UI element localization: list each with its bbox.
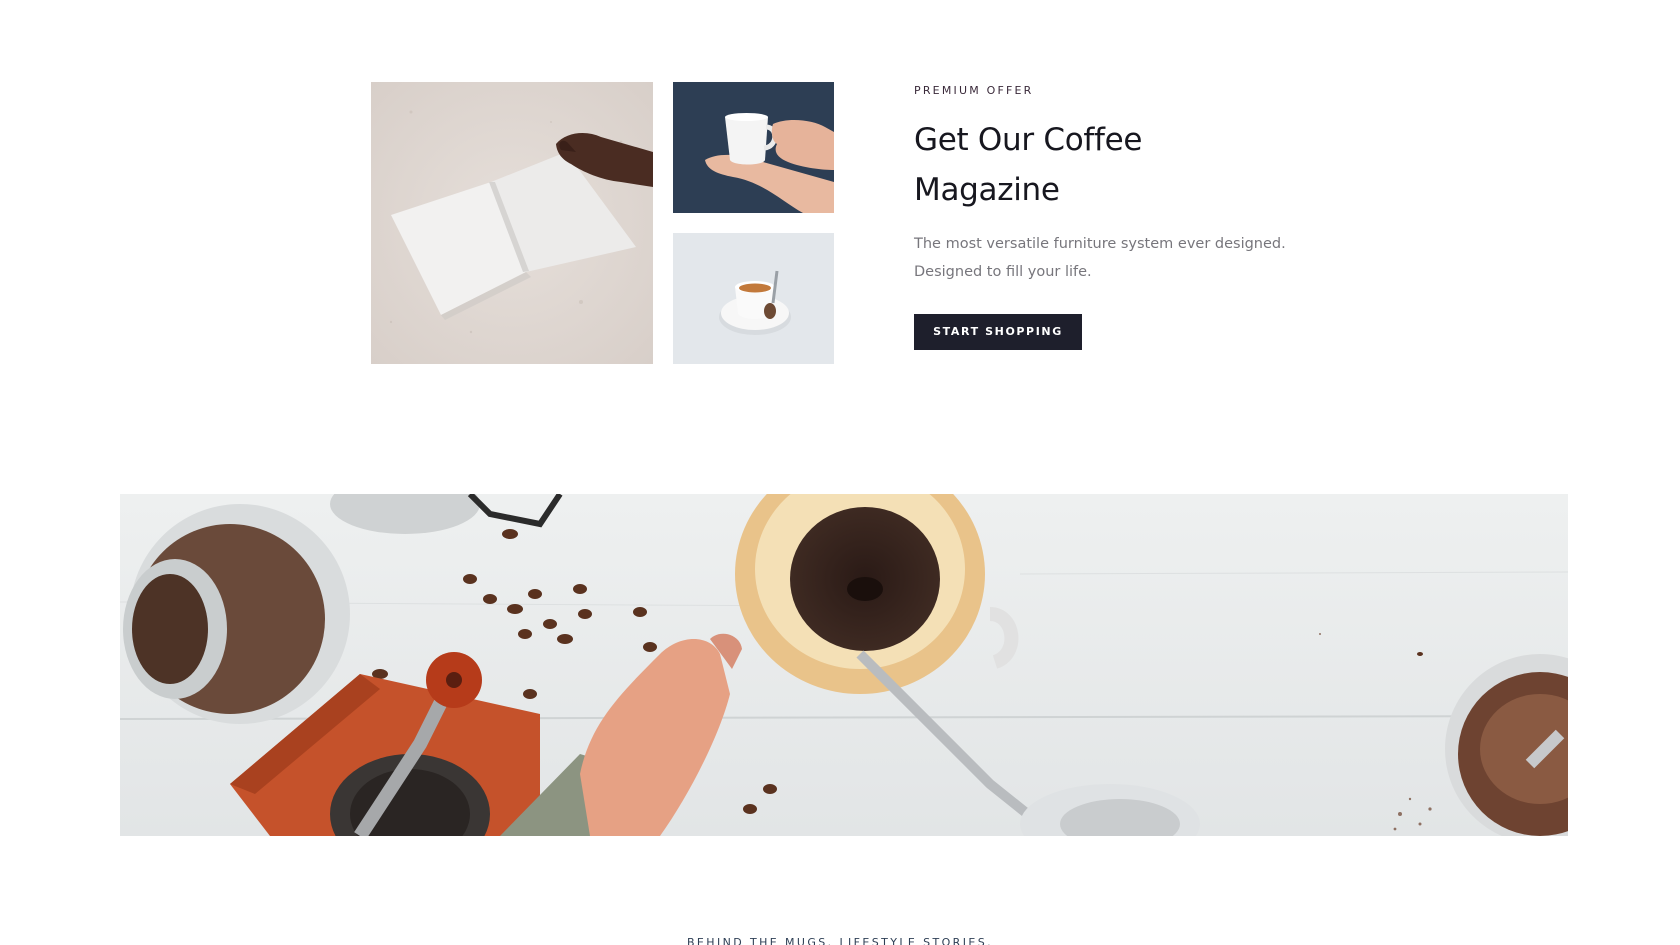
espresso-cup-photo	[673, 233, 834, 364]
tagline-wrapper: BEHIND THE MUGS. LIFESTYLE STORIES.	[0, 936, 1680, 945]
coffee-banner-image	[120, 494, 1568, 836]
promo-headline: Get Our Coffee Magazine	[914, 115, 1334, 215]
headline-line-2: Magazine	[914, 172, 1060, 208]
magazine-promo-section: PREMIUM OFFER Get Our Coffee Magazine Th…	[0, 0, 1680, 400]
promo-text-block: PREMIUM OFFER Get Our Coffee Magazine Th…	[914, 84, 1334, 350]
cup-in-hand-photo	[673, 82, 834, 213]
eyebrow-label: PREMIUM OFFER	[914, 84, 1034, 97]
promo-description: The most versatile furniture system ever…	[914, 230, 1334, 286]
description-line-1: The most versatile furniture system ever…	[914, 236, 1286, 252]
description-line-2: Designed to fill your life.	[914, 264, 1092, 280]
headline-line-1: Get Our Coffee	[914, 122, 1143, 158]
start-shopping-button[interactable]: START SHOPPING	[914, 314, 1082, 350]
stories-tagline: BEHIND THE MUGS. LIFESTYLE STORIES.	[686, 936, 993, 945]
magazine-photo	[371, 82, 653, 364]
